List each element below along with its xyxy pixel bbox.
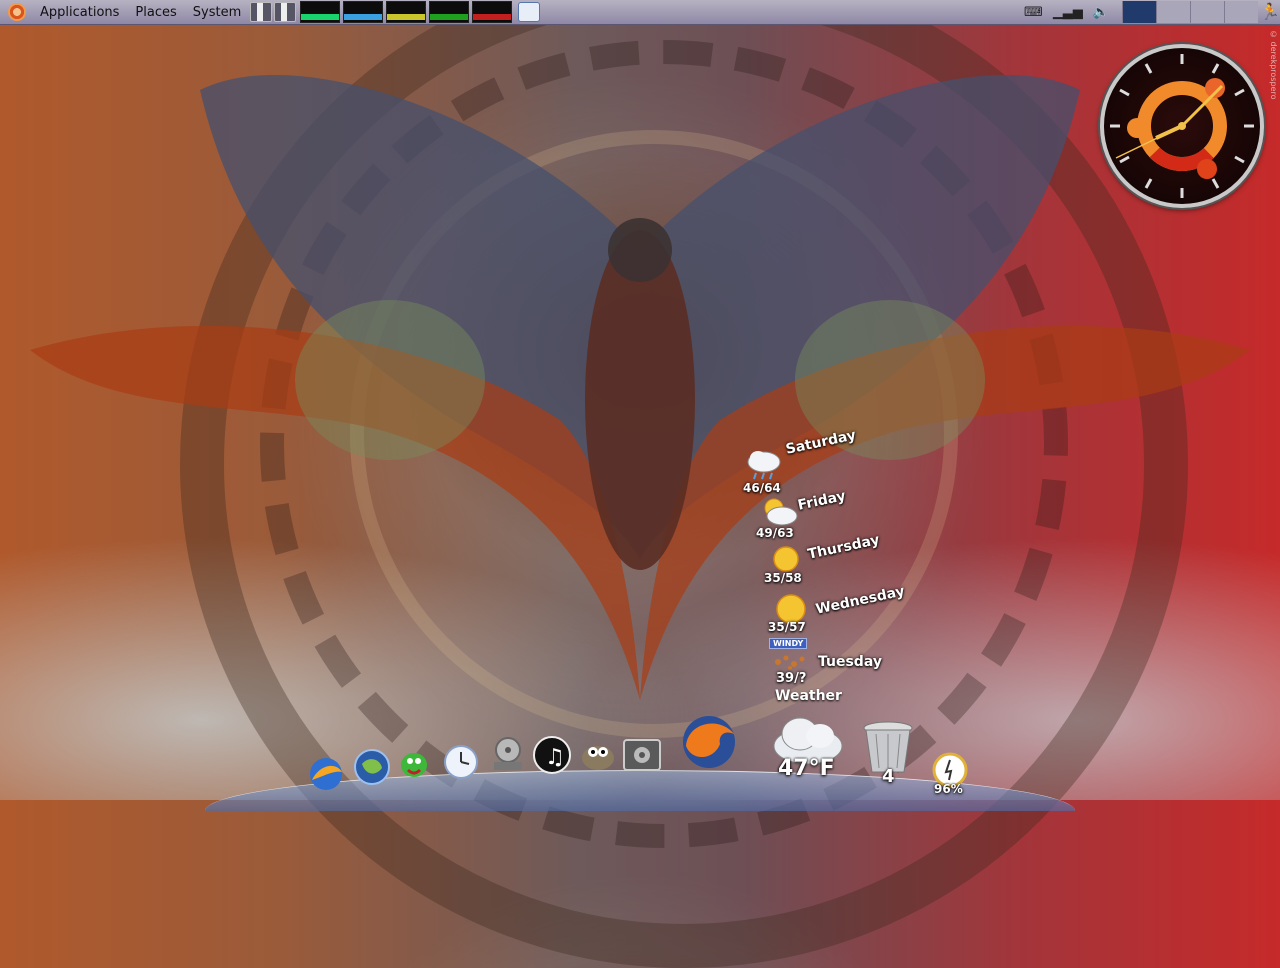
menu-applications[interactable]: Applications <box>32 5 127 20</box>
windy-icon <box>775 655 805 670</box>
thunderbird-icon[interactable] <box>306 754 346 794</box>
monitor-fill <box>473 14 512 20</box>
menu-system[interactable]: System <box>185 5 249 20</box>
monitor-fill <box>430 14 469 20</box>
keyboard-icon[interactable]: ⌨ <box>1024 5 1043 20</box>
film-reel-icon[interactable] <box>488 734 528 774</box>
wallpaper-ring-outer <box>180 0 1188 968</box>
wallpaper-ring-inner <box>350 130 958 738</box>
wallpaper-credit: © derekprospero <box>1269 30 1278 100</box>
system-settings-icon[interactable] <box>622 738 662 772</box>
workspace-4[interactable] <box>1224 1 1258 23</box>
forecast-day-tuesday: Tuesday <box>818 654 882 670</box>
system-monitor-load[interactable] <box>472 1 513 23</box>
rain-cloud-icon <box>747 451 781 480</box>
weather-icon[interactable] <box>518 2 541 22</box>
forecast-temp-tuesday: 39/? <box>776 671 807 686</box>
forecast-temp-wednesday: 35/57 <box>768 620 806 634</box>
globe-browser-icon[interactable] <box>352 746 392 788</box>
analog-clock-desklet[interactable] <box>1100 44 1264 208</box>
run-icon[interactable]: 🏃 <box>1260 1 1280 23</box>
forecast-day-thursday: Thursday <box>806 532 881 563</box>
wallpaper-ring-middle <box>260 40 1068 848</box>
workspace-switcher <box>1122 1 1258 23</box>
svg-text:♫: ♫ <box>545 745 565 770</box>
monitor-fill <box>344 14 383 20</box>
forecast-day-wednesday: Wednesday <box>814 583 907 618</box>
forecast-temp-thursday: 35/58 <box>764 571 802 585</box>
pidgin-icon[interactable] <box>398 748 436 782</box>
clock-face <box>1110 54 1254 198</box>
trash-count: 4 <box>882 766 895 787</box>
firefox-icon[interactable] <box>674 712 744 772</box>
forecast-day-friday: Friday <box>796 488 848 514</box>
forecast-temp-saturday: 46/64 <box>743 481 781 495</box>
weather-desklet-title: Weather <box>775 688 842 704</box>
clock-app-icon[interactable] <box>442 744 480 780</box>
battery-percent: 96% <box>934 782 963 796</box>
music-player-icon[interactable]: ♫ <box>532 734 572 776</box>
forecast-day-saturday: Saturday <box>784 427 858 458</box>
partly-cloudy-icon <box>764 498 798 526</box>
volume-icon[interactable]: 🔈 <box>1093 5 1109 20</box>
cpu-freq-icon[interactable] <box>274 2 297 22</box>
top-panel: Applications Places System ⌨ ▁▃▅ 🔈 🏃 <box>0 0 1280 25</box>
system-monitor-memory[interactable] <box>343 1 384 23</box>
windy-badge: WINDY <box>769 638 808 649</box>
workspace-3[interactable] <box>1190 1 1224 23</box>
system-monitor-cpu[interactable] <box>300 1 341 23</box>
monitor-fill <box>387 14 426 20</box>
system-monitor-swap[interactable] <box>429 1 470 23</box>
workspace-1[interactable] <box>1122 1 1156 23</box>
current-temperature: 47°F <box>778 756 835 781</box>
forecast-temp-friday: 49/63 <box>756 526 794 540</box>
panel-notification-area: ⌨ ▁▃▅ 🔈 🏃 <box>1019 0 1280 24</box>
gimp-icon[interactable] <box>578 736 618 774</box>
menu-places[interactable]: Places <box>127 5 184 20</box>
cpu-freq-icon[interactable] <box>250 2 273 22</box>
system-monitor-network[interactable] <box>386 1 427 23</box>
monitor-fill <box>301 14 340 20</box>
moth-wings <box>30 74 1250 700</box>
ubuntu-logo-icon[interactable] <box>8 3 26 21</box>
workspace-2[interactable] <box>1156 1 1190 23</box>
network-signal-icon[interactable]: ▁▃▅ <box>1053 5 1083 20</box>
